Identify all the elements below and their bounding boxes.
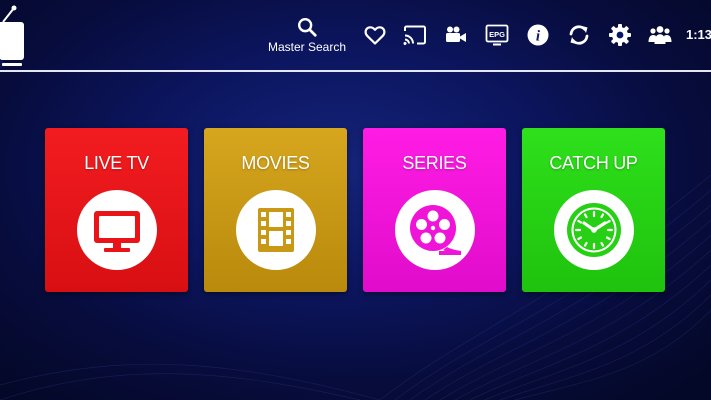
- cast-icon: [403, 25, 426, 45]
- tile-icon-circle: [395, 190, 475, 270]
- tile-label-catch-up: CATCH UP: [549, 153, 638, 173]
- tile-icon-circle: [236, 190, 316, 270]
- heart-icon: [364, 26, 386, 45]
- tile-icon-circle: [554, 190, 634, 270]
- film-strip-icon: [258, 208, 294, 252]
- favorites-button[interactable]: [363, 23, 387, 47]
- tile-label-movies: MOVIES: [241, 153, 310, 173]
- users-icon: [648, 26, 672, 44]
- catch-up-tile[interactable]: CATCH UP: [522, 128, 665, 292]
- epg-icon-text: EPG: [489, 30, 505, 39]
- film-reel-icon: [410, 205, 461, 255]
- profiles-button[interactable]: [648, 23, 672, 47]
- top-bar: Master Search EPG i 1:13: [0, 0, 711, 72]
- live-tv-tile[interactable]: LIVE TV: [45, 128, 188, 292]
- epg-button[interactable]: EPG: [485, 23, 509, 47]
- master-search-label: Master Search: [267, 40, 347, 54]
- series-tile[interactable]: SERIES: [363, 128, 506, 292]
- epg-icon: EPG: [485, 24, 509, 46]
- video-camera-icon: [446, 26, 466, 42]
- master-search-button[interactable]: Master Search: [262, 16, 352, 54]
- clock-time: 1:13: [686, 27, 711, 42]
- info-icon: i: [527, 24, 549, 46]
- recordings-button[interactable]: [444, 23, 468, 47]
- tile-label-series: SERIES: [402, 153, 467, 173]
- refresh-icon: [569, 25, 589, 45]
- settings-button[interactable]: [608, 23, 632, 47]
- refresh-button[interactable]: [567, 23, 591, 47]
- movies-tile[interactable]: MOVIES: [204, 128, 347, 292]
- cast-button[interactable]: [403, 23, 427, 47]
- gear-icon: [609, 24, 631, 46]
- search-icon: [298, 18, 317, 37]
- clock-icon: [567, 203, 621, 257]
- tile-label-live-tv: LIVE TV: [84, 153, 149, 173]
- tile-icon-circle: [77, 190, 157, 270]
- tv-icon: [94, 211, 140, 252]
- info-button[interactable]: i: [526, 23, 550, 47]
- header-divider: [0, 70, 711, 72]
